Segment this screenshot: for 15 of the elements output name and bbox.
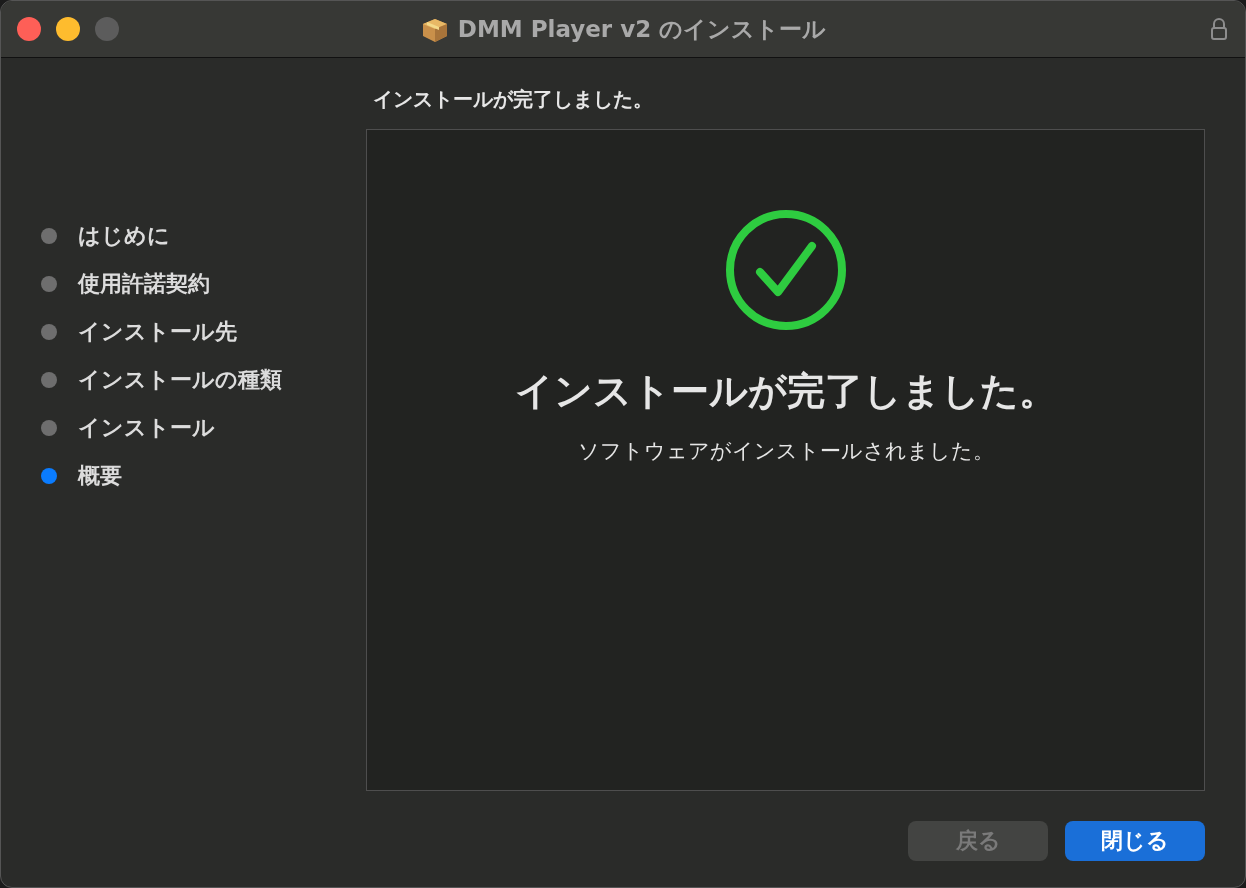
page-header: インストールが完了しました。: [372, 86, 654, 113]
minimize-button[interactable]: [56, 17, 80, 41]
step-label: インストール: [78, 414, 215, 442]
checkmark-circle-icon: [723, 208, 848, 332]
close-button[interactable]: 閉じる: [1065, 821, 1205, 861]
window-title: DMM Player v2 のインストール: [457, 14, 827, 44]
step-label: 使用許諾契約: [78, 270, 210, 298]
close-button[interactable]: [17, 17, 41, 41]
step-label: 概要: [78, 462, 122, 490]
completion-message: ソフトウェアがインストールされました。: [577, 438, 994, 465]
step-label: インストール先: [78, 318, 237, 346]
step-label: はじめに: [78, 222, 170, 250]
lock-icon: [1210, 17, 1228, 41]
completion-heading: インストールが完了しました。: [514, 368, 1057, 415]
step-label: インストールの種類: [78, 366, 282, 394]
